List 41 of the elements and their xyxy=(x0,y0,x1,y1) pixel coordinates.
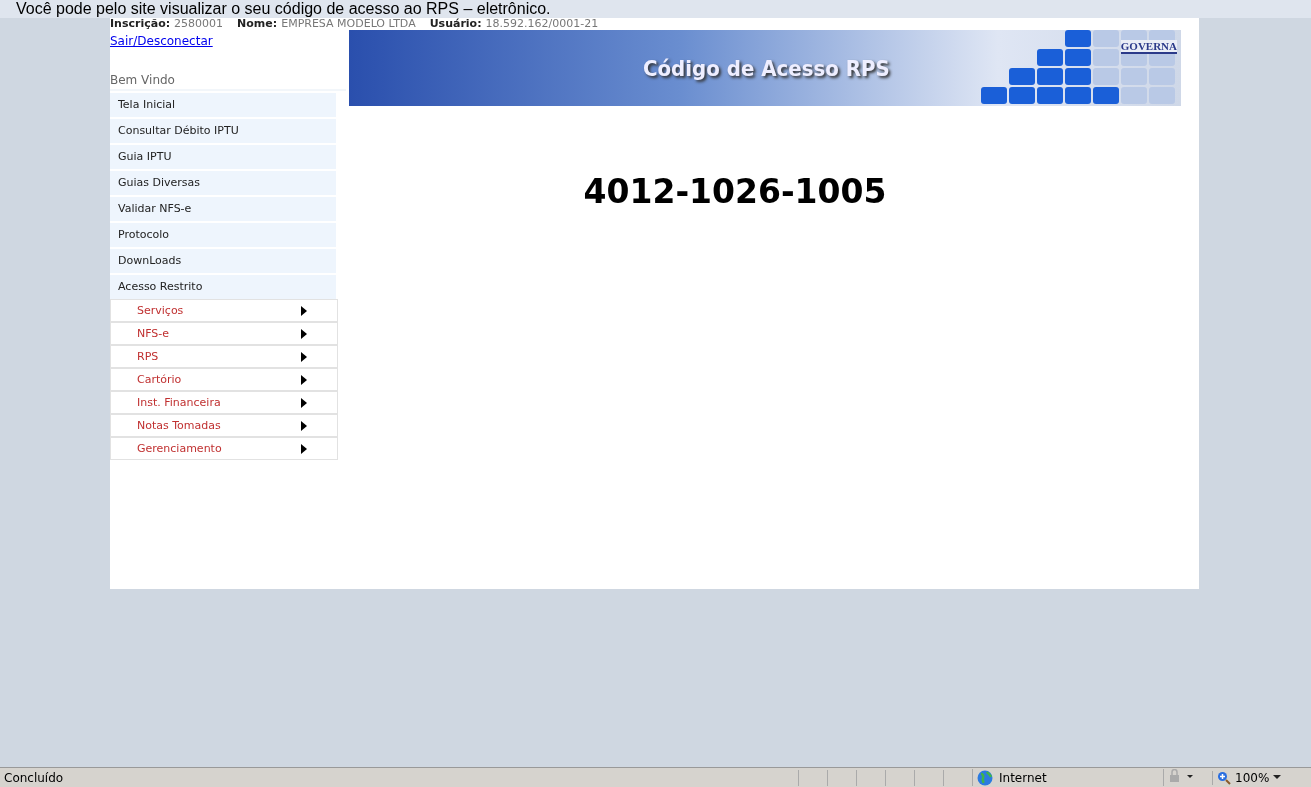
triangle-right-icon xyxy=(301,420,307,431)
field-label: Nome: xyxy=(237,17,278,30)
status-text: Concluído xyxy=(4,770,65,785)
caption-text: Você pode pelo site visualizar o seu código de acesso ao RPS – eletrônico. xyxy=(0,0,1311,18)
submenu-item[interactable]: Serviços xyxy=(110,299,338,322)
triangle-right-icon xyxy=(301,305,307,316)
submenu-item[interactable]: Gerenciamento xyxy=(110,437,338,460)
banner-title: Código de Acesso RPS xyxy=(643,55,890,81)
menu-item[interactable]: Guia IPTU xyxy=(110,145,336,169)
triangle-right-icon xyxy=(301,397,307,408)
triangle-right-icon xyxy=(301,374,307,385)
menu-item[interactable]: Protocolo xyxy=(110,223,336,247)
menu-item[interactable]: Acesso Restrito xyxy=(110,275,336,299)
menu-item[interactable]: Validar NFS-e xyxy=(110,197,336,221)
submenu-item[interactable]: Inst. Financeira xyxy=(110,391,338,414)
menu-item[interactable]: Consultar Débito IPTU xyxy=(110,119,336,143)
caret-icon xyxy=(1273,775,1282,780)
field-label: Usuário: xyxy=(429,17,482,30)
menu-item[interactable]: Guias Diversas xyxy=(110,171,336,195)
triangle-right-icon xyxy=(301,443,307,454)
zoom-control[interactable]: 100% xyxy=(1212,770,1307,785)
triangle-right-icon xyxy=(301,328,307,339)
field-value: 18.592.162/0001-21 xyxy=(485,17,599,30)
globe-icon xyxy=(977,769,993,786)
access-code: 4012-1026-1005 xyxy=(583,172,887,211)
submenu-item[interactable]: NFS-e xyxy=(110,322,338,345)
logo-text: GOVERNA xyxy=(1120,40,1177,54)
field-value: EMPRESA MODELO LTDA xyxy=(281,17,416,30)
zone-text: Internet xyxy=(999,770,1047,785)
triangle-right-icon xyxy=(301,351,307,362)
menu-item[interactable]: DownLoads xyxy=(110,249,336,273)
field-value: 2580001 xyxy=(174,17,224,30)
submenu-item[interactable]: Cartório xyxy=(110,368,338,391)
submenu-item[interactable]: Notas Tomadas xyxy=(110,414,338,437)
welcome-text: Bem Vindo xyxy=(110,73,346,91)
logout-link[interactable]: Sair/Desconectar xyxy=(110,34,213,48)
menu-item[interactable]: Tela Inicial xyxy=(110,93,336,117)
magnifier-icon xyxy=(1217,770,1231,785)
field-label: Inscrição: xyxy=(110,17,171,30)
submenu-item[interactable]: RPS xyxy=(110,345,338,368)
lock-icon[interactable] xyxy=(1168,769,1196,783)
